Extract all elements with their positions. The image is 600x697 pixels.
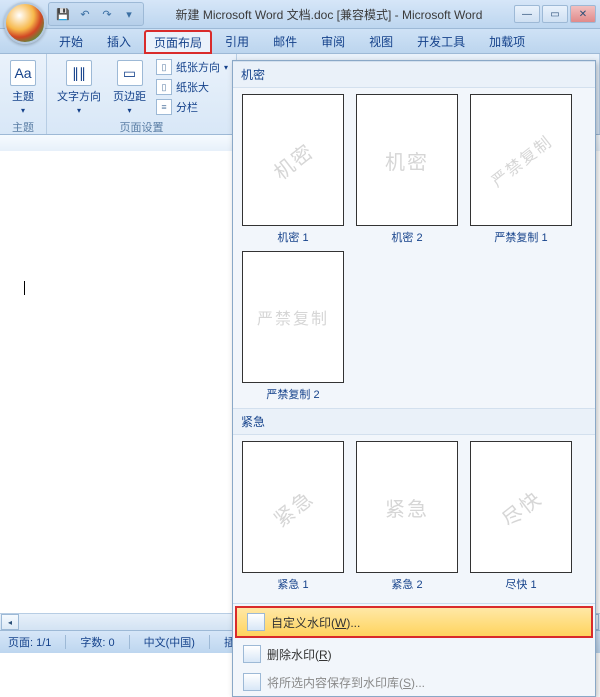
title-bar: 💾 ↶ ↷ ▾ 新建 Microsoft Word 文档.doc [兼容模式] …	[0, 0, 600, 29]
tab-review[interactable]: 审阅	[310, 28, 356, 53]
status-words[interactable]: 字数: 0	[80, 634, 114, 650]
watermark-thumb[interactable]: 尽快 尽快 1	[467, 441, 575, 597]
chevron-down-icon: ▾	[127, 106, 131, 115]
size-label: 纸张大	[176, 79, 209, 95]
columns-label: 分栏	[176, 99, 198, 115]
text-direction-label: 文字方向	[57, 88, 101, 104]
margins-icon: ▭	[117, 60, 143, 86]
orientation-label: 纸张方向	[176, 59, 220, 75]
remove-watermark-label: 删除水印(R)	[267, 646, 332, 663]
remove-watermark-icon	[243, 645, 261, 663]
text-cursor	[24, 281, 25, 295]
save-gallery-label: 将所选内容保存到水印库(S)...	[267, 674, 425, 691]
status-language[interactable]: 中文(中国)	[144, 634, 195, 650]
tab-mailings[interactable]: 邮件	[262, 28, 308, 53]
office-button[interactable]	[4, 2, 46, 44]
gallery-section-urgent: 紧急	[233, 408, 595, 435]
custom-watermark-icon	[247, 613, 265, 631]
orientation-icon: ▯	[156, 59, 172, 75]
text-direction-icon: ∥∥	[66, 60, 92, 86]
minimize-button[interactable]: —	[514, 5, 540, 23]
gallery-urgent: 紧急 紧急 1 紧急 紧急 2 尽快 尽快 1	[233, 435, 595, 603]
remove-watermark-item[interactable]: 删除水印(R)	[233, 640, 595, 668]
margins-label: 页边距	[113, 88, 146, 104]
maximize-button[interactable]: ▭	[542, 5, 568, 23]
status-page[interactable]: 页面: 1/1	[8, 634, 51, 650]
orientation-button[interactable]: ▯纸张方向 ▾	[154, 58, 230, 76]
close-button[interactable]: ✕	[570, 5, 596, 23]
group-page-setup-label: 页面设置	[53, 119, 230, 135]
save-gallery-icon	[243, 673, 261, 691]
custom-watermark-item[interactable]: 自定义水印(W)...	[235, 606, 593, 638]
text-direction-button[interactable]: ∥∥ 文字方向 ▾	[53, 58, 105, 117]
window-title: 新建 Microsoft Word 文档.doc [兼容模式] - Micros…	[144, 6, 514, 23]
custom-watermark-label: 自定义水印(W)...	[271, 614, 360, 631]
themes-icon: Aa	[10, 60, 36, 86]
save-to-gallery-item: 将所选内容保存到水印库(S)...	[233, 668, 595, 696]
scroll-left-icon[interactable]: ◂	[1, 614, 19, 630]
watermark-thumb[interactable]: 机密 机密 2	[353, 94, 461, 245]
tab-start[interactable]: 开始	[48, 28, 94, 53]
columns-icon: ≡	[156, 99, 172, 115]
margins-button[interactable]: ▭ 页边距 ▾	[109, 58, 150, 117]
group-themes-label: 主题	[6, 119, 40, 135]
watermark-thumb[interactable]: 严禁复制 严禁复制 1	[467, 94, 575, 245]
window-controls: — ▭ ✕	[514, 5, 596, 23]
save-icon[interactable]: 💾	[55, 6, 71, 22]
tab-addins[interactable]: 加载项	[478, 28, 536, 53]
tab-developer[interactable]: 开发工具	[406, 28, 476, 53]
tab-page-layout[interactable]: 页面布局	[144, 30, 212, 54]
themes-label: 主题	[12, 88, 34, 104]
tab-references[interactable]: 引用	[214, 28, 260, 53]
watermark-gallery-popup: 机密 机密 机密 1 机密 机密 2 严禁复制 严禁复制 1 严禁复制 严禁复制…	[232, 60, 596, 697]
watermark-thumb[interactable]: 机密 机密 1	[239, 94, 347, 245]
ribbon-tabs: 开始 插入 页面布局 引用 邮件 审阅 视图 开发工具 加载项	[0, 29, 600, 54]
chevron-down-icon: ▾	[77, 106, 81, 115]
themes-button[interactable]: Aa 主题 ▾	[6, 58, 40, 117]
watermark-thumb[interactable]: 紧急 紧急 2	[353, 441, 461, 597]
columns-button[interactable]: ≡分栏	[154, 98, 230, 116]
tab-view[interactable]: 视图	[358, 28, 404, 53]
gallery-section-confidential: 机密	[233, 61, 595, 88]
size-button[interactable]: ▯纸张大	[154, 78, 230, 96]
page-size-icon: ▯	[156, 79, 172, 95]
group-themes: Aa 主题 ▾ 主题	[0, 54, 47, 134]
gallery-footer: 自定义水印(W)... 删除水印(R) 将所选内容保存到水印库(S)...	[233, 603, 595, 696]
page-edge	[18, 171, 198, 591]
chevron-down-icon: ▾	[224, 63, 228, 72]
quick-access-toolbar: 💾 ↶ ↷ ▾	[48, 2, 144, 26]
group-page-setup: ∥∥ 文字方向 ▾ ▭ 页边距 ▾ ▯纸张方向 ▾ ▯纸张大 ≡分栏 页面设置	[47, 54, 237, 134]
watermark-thumb[interactable]: 紧急 紧急 1	[239, 441, 347, 597]
redo-icon[interactable]: ↷	[99, 6, 115, 22]
watermark-thumb[interactable]: 严禁复制 严禁复制 2	[239, 251, 347, 402]
chevron-down-icon: ▾	[21, 106, 25, 115]
gallery-confidential: 机密 机密 1 机密 机密 2 严禁复制 严禁复制 1 严禁复制 严禁复制 2	[233, 88, 595, 408]
undo-icon[interactable]: ↶	[77, 6, 93, 22]
qat-more-icon[interactable]: ▾	[121, 6, 137, 22]
tab-insert[interactable]: 插入	[96, 28, 142, 53]
